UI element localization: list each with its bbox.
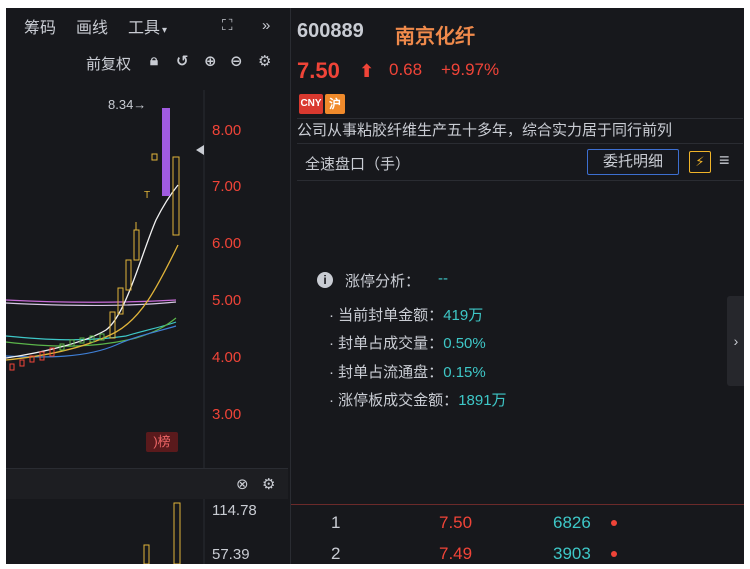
candles: T	[9, 108, 180, 371]
info-icon: i	[317, 272, 333, 288]
volume-bar	[143, 544, 150, 564]
volume-header: ⊗ ⚙	[6, 469, 288, 499]
dot-icon	[611, 520, 617, 526]
axis-label-8: 8.00	[212, 122, 242, 139]
bid-volume: 6826	[553, 513, 591, 532]
analysis-row-label: 封单占流通盘：	[338, 364, 444, 381]
chart-pane: 筹码 画线 工具 ▾ ⛶ » 前复权 🔒︎ ↺ ⊕ ⊖ ⚙ T 8.34→ 8.…	[6, 8, 288, 564]
expand-icon[interactable]: ⛶	[222, 17, 233, 34]
axis-label-6: 6.00	[212, 235, 242, 252]
zoom-in-icon[interactable]: ⊕	[204, 52, 217, 70]
bid-row[interactable]: 1 7.50 6826	[291, 513, 744, 541]
bid-price: 7.50	[439, 513, 473, 532]
dragon-tiger-tag[interactable]: )榜	[146, 432, 178, 452]
analysis-row-label: 封单占成交量：	[338, 335, 444, 352]
volume-axis-mid: 57.39	[212, 546, 250, 563]
high-price-label: 8.34→	[108, 97, 147, 112]
gear-icon[interactable]: ⚙	[258, 52, 271, 70]
bid-volume: 3903	[553, 544, 591, 563]
ma-line-purple	[6, 299, 177, 303]
analysis-row-value: 0.50%	[443, 335, 486, 352]
analysis-row: · 封单占流通盘：0.15%	[329, 364, 486, 381]
quote-pane: 600889 南京化纤 7.50 ⬆ 0.68 +9.97% CNY 沪 公司从…	[290, 8, 744, 564]
orderbook-title: 全速盘口（手）	[305, 156, 411, 173]
zoom-out-icon[interactable]: ⊖	[230, 52, 243, 70]
close-icon[interactable]: ⊗	[236, 475, 249, 493]
axis-label-3: 3.00	[212, 406, 242, 423]
gear-icon[interactable]: ⚙	[262, 475, 275, 493]
toolbar-tools-label: 工具	[128, 20, 161, 37]
price-change: 0.68	[389, 60, 423, 79]
chart-subbar: 前复权 🔒︎ ↺ ⊕ ⊖ ⚙	[6, 50, 288, 76]
stock-code: 600889	[297, 20, 364, 42]
side-expand-tab[interactable]: ›	[727, 296, 744, 386]
bid-level: 1	[331, 513, 341, 532]
chart-toolbar: 筹码 画线 工具 ▾ ⛶ »	[6, 8, 288, 44]
axis-label-7: 7.00	[212, 178, 242, 195]
market-badge: 沪	[325, 94, 345, 114]
up-arrow-icon: ⬆	[359, 61, 375, 81]
toolbar-tools[interactable]: 工具 ▾	[128, 14, 167, 38]
toolbar-chips[interactable]: 筹码	[24, 14, 56, 38]
analysis-row-label: 当前封单金额：	[338, 307, 444, 324]
lock-icon[interactable]: 🔒︎	[150, 52, 158, 69]
svg-text:T: T	[144, 190, 150, 201]
volume-chart[interactable]	[6, 499, 206, 564]
kline-chart[interactable]: T	[6, 90, 206, 468]
bid-row[interactable]: 2 7.49 3903	[291, 544, 744, 564]
ma-line-blue	[6, 325, 177, 358]
analysis-row-value: 0.15%	[443, 364, 486, 381]
currency-badge: CNY	[299, 94, 323, 114]
orderbook-divider	[291, 504, 744, 505]
analysis-row: · 当前封单金额：419万	[329, 307, 484, 324]
analysis-row: · 涨停板成交金额：1891万	[329, 392, 507, 409]
undo-icon[interactable]: ↺	[176, 52, 189, 70]
lightning-icon[interactable]: ⚡	[689, 151, 711, 173]
price-marker-icon	[196, 145, 204, 155]
section-divider	[297, 180, 743, 181]
analysis-row-value: 1891万	[458, 392, 507, 409]
menu-icon[interactable]: ≡	[719, 150, 730, 171]
bid-price: 7.49	[439, 544, 473, 563]
order-detail-button[interactable]: 委托明细	[587, 149, 679, 175]
company-summary: 公司从事粘胶纤维生产五十多年，综合实力居于同行前列	[297, 118, 743, 144]
last-price: 7.50	[297, 58, 340, 83]
analysis-row: · 封单占成交量：0.50%	[329, 335, 486, 352]
toolbar-draw[interactable]: 画线	[76, 14, 108, 38]
volume-axis-max: 114.78	[212, 502, 257, 519]
limit-analysis-title: 涨停分析：	[345, 273, 421, 290]
bid-level: 2	[331, 544, 341, 563]
double-chevron-right-icon[interactable]: »	[262, 17, 270, 34]
analysis-row-value: 419万	[443, 307, 484, 324]
axis-label-5: 5.00	[212, 292, 242, 309]
analysis-row-label: 涨停板成交金额：	[338, 392, 459, 409]
caret-down-icon: ▾	[162, 25, 168, 36]
price-change-pct: +9.97%	[441, 60, 500, 79]
axis-label-4: 4.00	[212, 349, 242, 366]
app-window: 筹码 画线 工具 ▾ ⛶ » 前复权 🔒︎ ↺ ⊕ ⊖ ⚙ T 8.34→ 8.…	[6, 8, 744, 564]
adjust-mode-label[interactable]: 前复权	[86, 53, 131, 74]
stock-name[interactable]: 南京化纤	[395, 20, 475, 49]
volume-bar	[173, 502, 181, 564]
limit-analysis-status: --	[438, 270, 448, 287]
dot-icon	[611, 551, 617, 557]
